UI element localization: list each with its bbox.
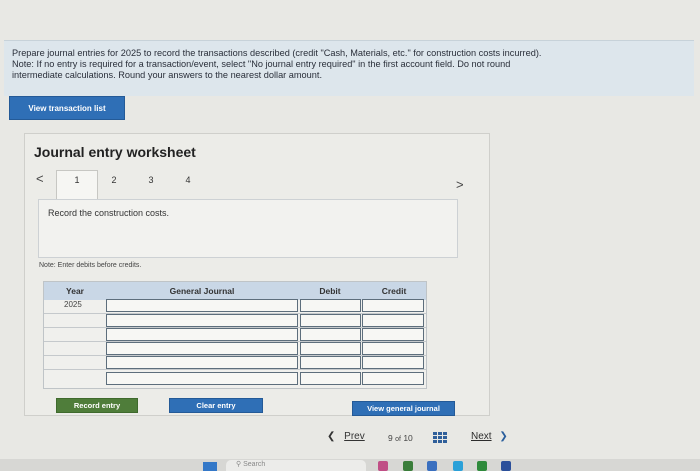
header-credit: Credit [362,282,426,300]
page-indicator: 9 of 10 [388,433,413,443]
instruction-line-3: intermediate calculations. Round your an… [12,70,322,80]
header-general-journal: General Journal [106,282,298,300]
debit-field[interactable] [300,299,361,312]
debit-field[interactable] [300,314,361,327]
credit-field[interactable] [362,356,424,369]
debit-field[interactable] [300,342,361,355]
taskbar-app-icon[interactable] [427,461,437,471]
row-divider [44,369,426,370]
debits-note: Note: Enter debits before credits. [39,262,142,269]
account-field[interactable] [106,372,298,385]
taskbar-app-icon[interactable] [378,461,388,471]
clear-entry-button[interactable]: Clear entry [169,398,263,413]
next-question-link[interactable]: Next ❯ [471,431,508,442]
worksheet-title: Journal entry worksheet [34,144,196,160]
debit-field[interactable] [300,356,361,369]
chevron-right-icon: ❯ [499,431,508,442]
prev-question-link[interactable]: ❮ Prev [327,431,365,442]
tab-1[interactable]: 1 [56,170,98,200]
next-label: Next [471,431,492,442]
taskbar-app-icon[interactable] [453,461,463,471]
windows-start-icon[interactable] [203,462,217,471]
taskbar-app-icon[interactable] [477,461,487,471]
question-grid-icon[interactable] [433,432,447,443]
worksheet-next-arrow-icon[interactable]: > [456,177,464,192]
view-general-journal-button[interactable]: View general journal [352,401,455,416]
search-icon: ⚲ [236,461,242,468]
header-debit: Debit [298,282,362,300]
account-field[interactable] [106,328,298,341]
header-year: Year [44,282,106,300]
taskbar-app-icon[interactable] [403,461,413,471]
tab-4[interactable]: 4 [180,175,196,185]
of-label: of [395,436,401,443]
view-transaction-list-button[interactable]: View transaction list [9,96,125,120]
debit-field[interactable] [300,328,361,341]
prev-label: Prev [344,431,365,442]
record-entry-button[interactable]: Record entry [56,398,138,413]
account-field[interactable] [106,314,298,327]
credit-field[interactable] [362,314,424,327]
instructions-box: Prepare journal entries for 2025 to reco… [4,40,694,96]
year-value: 2025 [64,300,82,309]
record-instruction-box: Record the construction costs. [38,199,458,258]
total-pages: 10 [403,433,413,443]
taskbar-search-placeholder: Search [243,461,266,468]
account-field[interactable] [106,342,298,355]
credit-field[interactable] [362,372,424,385]
journal-table: Year General Journal Debit Credit 2025 [43,281,427,389]
account-field[interactable] [106,299,298,312]
credit-field[interactable] [362,299,424,312]
account-field[interactable] [106,356,298,369]
taskbar-search-box[interactable]: ⚲ Search [226,460,366,471]
debit-field[interactable] [300,372,361,385]
credit-field[interactable] [362,342,424,355]
record-instruction-text: Record the construction costs. [48,208,170,218]
tab-3[interactable]: 3 [143,175,159,185]
worksheet-prev-arrow-icon[interactable]: < [36,171,44,186]
tab-2[interactable]: 2 [106,175,122,185]
chevron-left-icon: ❮ [327,431,336,442]
credit-field[interactable] [362,328,424,341]
current-page: 9 [388,433,393,443]
instruction-line-1: Prepare journal entries for 2025 to reco… [12,48,542,58]
taskbar-app-icon[interactable] [501,461,511,471]
instruction-line-2: Note: If no entry is required for a tran… [12,59,511,69]
